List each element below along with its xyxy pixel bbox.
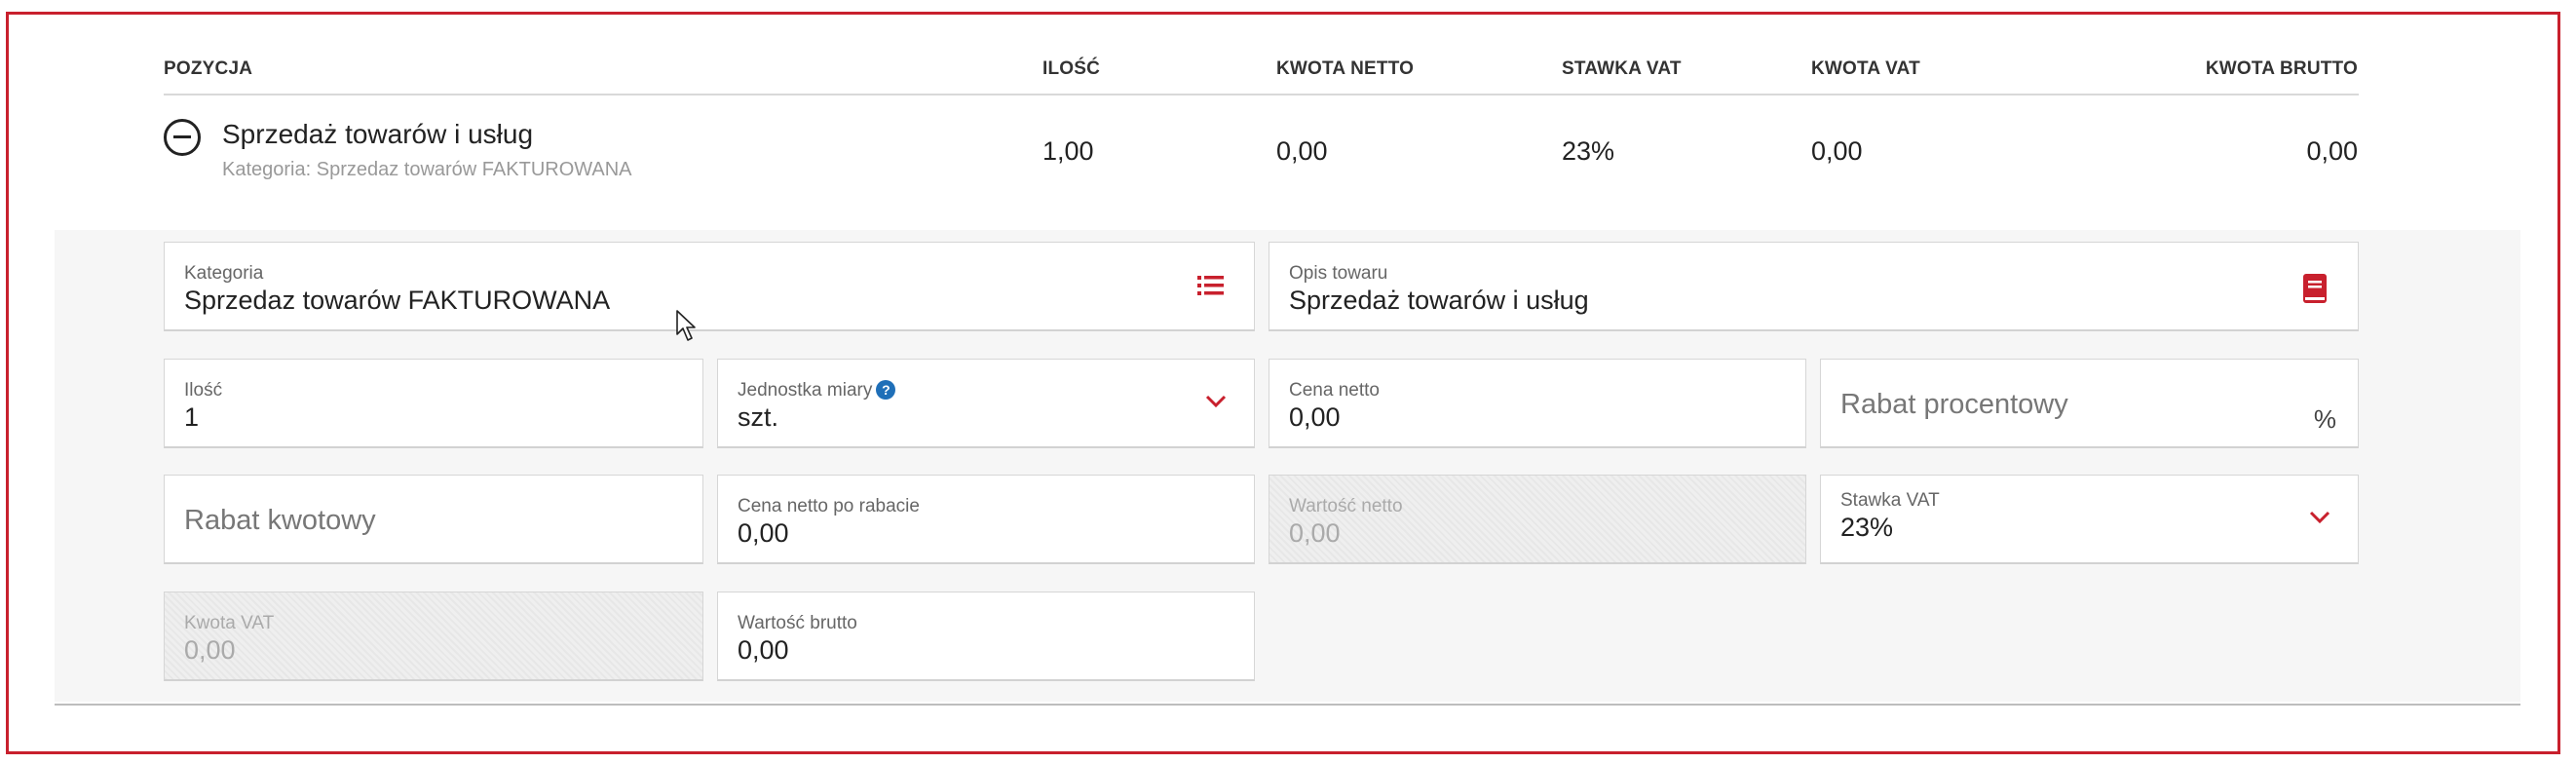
net-value-label: Wartość netto — [1289, 496, 1403, 516]
vat-rate-value: 23% — [1840, 513, 1894, 542]
net-price-field[interactable]: Cena netto 0,00 — [1269, 359, 1806, 448]
unit-label: Jednostka miary — [738, 380, 873, 401]
vat-amount-label: Kwota VAT — [184, 613, 275, 633]
net-after-discount-label: Cena netto po rabacie — [738, 496, 920, 516]
unit-label-wrap: Jednostka miary? — [738, 380, 896, 401]
vat-amount-value: 0,00 — [184, 635, 236, 665]
vat-rate-label: Stawka VAT — [1840, 490, 1940, 511]
item-vat-rate: 23% — [1562, 136, 1615, 166]
collapse-minus-icon[interactable] — [164, 119, 201, 156]
net-after-discount-field[interactable]: Cena netto po rabacie 0,00 — [717, 475, 1255, 564]
percent-discount-placeholder: Rabat procentowy — [1840, 389, 2068, 420]
help-circle-icon[interactable]: ? — [876, 380, 896, 400]
column-header-net-amount: KWOTA NETTO — [1276, 58, 1415, 79]
percent-discount-field[interactable]: Rabat procentowy % — [1820, 359, 2359, 448]
net-price-value: 0,00 — [1289, 402, 1341, 432]
header-divider — [164, 94, 2359, 96]
description-label: Opis towaru — [1289, 263, 1388, 284]
gross-value-label: Wartość brutto — [738, 613, 857, 633]
quantity-value: 1 — [184, 402, 200, 432]
unit-value: szt. — [738, 402, 779, 432]
category-field[interactable]: Kategoria Sprzedaz towarów FAKTUROWANA — [164, 242, 1255, 331]
net-value-field: Wartość netto 0,00 — [1269, 475, 1806, 564]
vat-rate-select[interactable]: Stawka VAT 23% — [1820, 475, 2359, 564]
gross-value-value: 0,00 — [738, 635, 789, 665]
amount-discount-field[interactable]: Rabat kwotowy — [164, 475, 703, 564]
quantity-label: Ilość — [184, 380, 223, 401]
item-gross-amount: 0,00 — [2306, 136, 2358, 166]
book-icon[interactable] — [2303, 274, 2327, 303]
panel-bottom-divider — [55, 704, 2520, 706]
unit-select[interactable]: Jednostka miary? szt. — [717, 359, 1255, 448]
column-header-quantity: ILOŚĆ — [1042, 58, 1101, 79]
quantity-field[interactable]: Ilość 1 — [164, 359, 703, 448]
item-net-amount: 0,00 — [1276, 136, 1328, 166]
amount-discount-placeholder: Rabat kwotowy — [184, 505, 376, 536]
percent-suffix: % — [2313, 404, 2336, 434]
column-header-gross-amount: KWOTA BRUTTO — [2205, 58, 2358, 79]
chevron-down-icon[interactable] — [1205, 395, 1227, 408]
column-header-position: POZYCJA — [164, 58, 253, 79]
item-category-subtitle: Kategoria: Sprzedaz towarów FAKTUROWANA — [222, 159, 632, 180]
vat-amount-field: Kwota VAT 0,00 — [164, 592, 703, 681]
item-quantity: 1,00 — [1042, 136, 1094, 166]
description-value: Sprzedaż towarów i usług — [1289, 286, 1589, 315]
category-label: Kategoria — [184, 263, 264, 284]
gross-value-field[interactable]: Wartość brutto 0,00 — [717, 592, 1255, 681]
item-title: Sprzedaż towarów i usług — [222, 119, 534, 149]
net-price-label: Cena netto — [1289, 380, 1380, 401]
list-icon[interactable] — [1197, 274, 1225, 297]
item-vat-amount: 0,00 — [1811, 136, 1863, 166]
mouse-cursor-icon — [676, 310, 696, 341]
column-header-vat-rate: STAWKA VAT — [1562, 58, 1682, 79]
chevron-down-icon[interactable] — [2309, 511, 2330, 524]
category-value: Sprzedaz towarów FAKTUROWANA — [184, 286, 611, 315]
description-field[interactable]: Opis towaru Sprzedaż towarów i usług — [1269, 242, 2359, 331]
net-after-discount-value: 0,00 — [738, 518, 789, 548]
column-header-vat-amount: KWOTA VAT — [1811, 58, 1920, 79]
net-value-value: 0,00 — [1289, 518, 1341, 548]
